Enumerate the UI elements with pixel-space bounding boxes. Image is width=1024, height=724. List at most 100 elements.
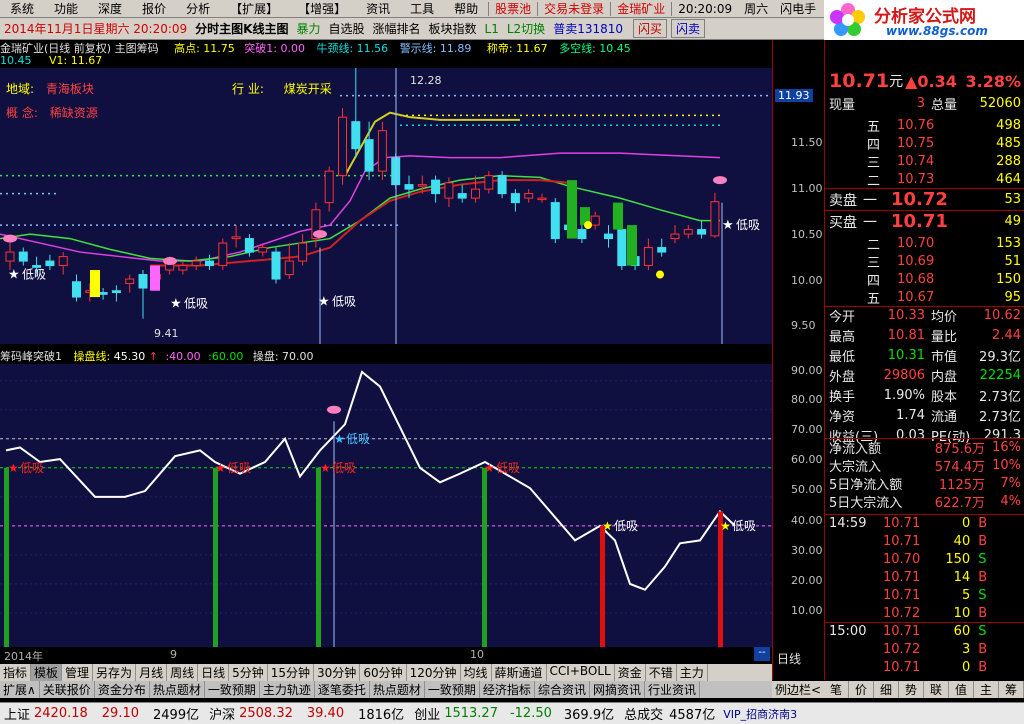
extension-tab[interactable]: 逐笔委托	[315, 681, 370, 698]
chart-header: 金瑞矿业(日线 前复权) 主图筹码 高点: 11.75 突破1: 0.00 牛颈…	[0, 40, 772, 54]
ask-row[interactable]: 四 10.75 485	[825, 134, 1024, 153]
index-cy-value[interactable]: 1513.27	[444, 706, 498, 721]
chart-stock-title[interactable]: 金瑞矿业(日线 前复权) 主图筹码	[0, 42, 159, 54]
index-sz-value[interactable]: 2508.32	[239, 706, 293, 721]
extension-tab[interactable]: 热点题材	[150, 681, 205, 698]
index-sh-value[interactable]: 2420.18	[34, 706, 88, 721]
info-item-violence[interactable]: 暴力	[292, 20, 324, 37]
bid-row[interactable]: 三 10.69 51	[825, 252, 1024, 271]
extension-tab[interactable]: 网摘资讯	[590, 681, 645, 698]
menu-enhance[interactable]: 【增强】	[288, 0, 356, 17]
info-item-ranking[interactable]: 涨幅排名	[369, 20, 425, 37]
trade-login-button[interactable]: 交易未登录	[540, 0, 608, 17]
date-display: 2014年11月1日星期六 20:20:09	[4, 22, 188, 36]
menu-function[interactable]: 功能	[44, 0, 88, 17]
extension-tab[interactable]: 经济指标	[480, 681, 535, 698]
ask-row[interactable]: 三 10.74 288	[825, 152, 1024, 171]
candle-body	[178, 265, 188, 271]
menu-quote[interactable]: 报价	[132, 0, 176, 17]
extension-tab[interactable]: 综合资讯	[535, 681, 590, 698]
indicator-tab[interactable]: 主力	[677, 664, 708, 681]
quote-tab[interactable]: 笔	[824, 681, 849, 698]
flash-trade-button[interactable]: 闪电手	[776, 0, 820, 17]
quote-tab[interactable]: 筹	[999, 681, 1024, 698]
price-change: ▲0.34	[905, 71, 957, 91]
indicator-tab[interactable]: 日线	[198, 664, 230, 681]
candlestick-chart[interactable]: ★ 低吸 ★ 低吸 ★ 低吸 ★ 低吸 地域: 青海板块 行 业: 煤炭开采 概 念: 稀缺资…	[0, 60, 772, 344]
period-label[interactable]: 日线	[777, 650, 801, 667]
flower-marker-icon	[163, 257, 177, 266]
stock-name-tab[interactable]: 金瑞矿业	[613, 0, 669, 17]
price-scale: 11.93 11.50 11.00 10.50 10.00 9.50 90.00…	[772, 40, 824, 680]
indicator-tab[interactable]: 5分钟	[229, 664, 268, 681]
quote-tab[interactable]: 价	[849, 681, 874, 698]
flow-row: 5日净流入额 1125万 7%	[825, 474, 1024, 493]
indicator-tab[interactable]: 月线	[136, 664, 168, 681]
menu-info[interactable]: 资讯	[356, 0, 400, 17]
extension-tab[interactable]: 一致预期	[205, 681, 260, 698]
menu-tools[interactable]: 工具	[400, 0, 444, 17]
indicator-tab[interactable]: 资金	[615, 664, 646, 681]
extension-tab[interactable]: 扩展∧	[0, 681, 40, 698]
extension-tab[interactable]: 资金分布	[95, 681, 150, 698]
candle-body	[351, 121, 361, 150]
tick-row: 10.72 10 B	[825, 604, 1024, 622]
extension-tab[interactable]: 行业资讯	[645, 681, 700, 698]
ask-row[interactable]: 二 10.73 464	[825, 170, 1024, 189]
indicator-tab[interactable]: 均线	[461, 664, 492, 681]
indicator-tab[interactable]: 指标	[0, 664, 32, 681]
bid1-row[interactable]: 买盘 一 10.71 49	[825, 210, 1024, 232]
indicator-title[interactable]: 筹码峰突破1	[0, 350, 62, 363]
menu-system[interactable]: 系统	[0, 0, 44, 17]
indicator-tab[interactable]: 30分钟	[314, 664, 361, 681]
stat-value: 10.81	[887, 327, 925, 343]
quote-tab[interactable]: 联	[924, 681, 949, 698]
bid-row[interactable]: 四 10.68 150	[825, 270, 1024, 289]
extension-tab[interactable]: 关联报价	[40, 681, 95, 698]
bid-row[interactable]: 二 10.70 153	[825, 234, 1024, 253]
indicator-tab[interactable]: 模板	[31, 664, 63, 681]
scroll-handle[interactable]: --	[754, 647, 770, 661]
quote-tab[interactable]: 细	[874, 681, 899, 698]
quote-tab[interactable]: 值	[949, 681, 974, 698]
indicator-tab[interactable]: 周线	[167, 664, 199, 681]
operation-line	[5, 370, 736, 591]
menu-extend[interactable]: 【扩展】	[220, 0, 288, 17]
menu-help[interactable]: 帮助	[444, 0, 488, 17]
indicator-tab[interactable]: 管理	[62, 664, 94, 681]
menu-separator	[488, 1, 490, 16]
ask1-row[interactable]: 卖盘 一 10.72 53	[825, 188, 1024, 210]
indicator-tab[interactable]: 另存为	[93, 664, 137, 681]
extension-tab[interactable]: 热点题材	[370, 681, 425, 698]
indicator-tab[interactable]: 15分钟	[268, 664, 315, 681]
star-icon: ★	[8, 461, 19, 475]
sidebar-toggle[interactable]: 例边栏<	[772, 681, 824, 698]
indicator-chart[interactable]: ★ 低吸 ★ 低吸 ★ 低吸 ★ 低吸 ★ 低吸 ★ 低吸 ★ 低吸	[0, 364, 772, 647]
ask-row[interactable]: 五 10.76 498	[825, 116, 1024, 135]
info-item-index[interactable]: 板块指数	[425, 20, 481, 37]
tick-price: 10.71	[883, 515, 921, 531]
info-item-watchlist[interactable]: 自选股	[324, 20, 368, 37]
bid-row[interactable]: 五 10.67 95	[825, 288, 1024, 307]
quote-tab[interactable]: 势	[899, 681, 924, 698]
stock-pool-button[interactable]: 股票池	[491, 0, 535, 17]
info-item-sell-code[interactable]: 普卖131810	[549, 20, 627, 37]
info-item-l1[interactable]: L1	[481, 22, 503, 36]
menu-analysis[interactable]: 分析	[176, 0, 220, 17]
extension-tab[interactable]: 主力轨迹	[260, 681, 315, 698]
quote-tab[interactable]: 主	[974, 681, 999, 698]
indicator-tab[interactable]: 不错	[646, 664, 677, 681]
broker-label[interactable]: VIP_招商济南3	[723, 706, 797, 722]
quote-panel: 10.71 元 ▲0.34 3.28% 现量 3 总量 52060 五 10.76…	[824, 40, 1024, 680]
extension-tab[interactable]: 一致预期	[425, 681, 480, 698]
indicator-tab[interactable]: 薛斯通道	[492, 664, 547, 681]
flash-buy-button[interactable]: 闪买	[633, 19, 668, 38]
chart-mode-title[interactable]: 分时主图K线主图	[191, 20, 292, 37]
indicator-tab[interactable]: 120分钟	[407, 664, 461, 681]
info-item-l2[interactable]: L2切换	[503, 20, 549, 37]
flash-sell-button[interactable]: 闪卖	[671, 19, 706, 38]
indicator-tab[interactable]: CCI+BOLL	[547, 664, 615, 681]
menu-depth[interactable]: 深度	[88, 0, 132, 17]
bid1-volume: 49	[1004, 214, 1021, 229]
indicator-tab[interactable]: 60分钟	[360, 664, 407, 681]
